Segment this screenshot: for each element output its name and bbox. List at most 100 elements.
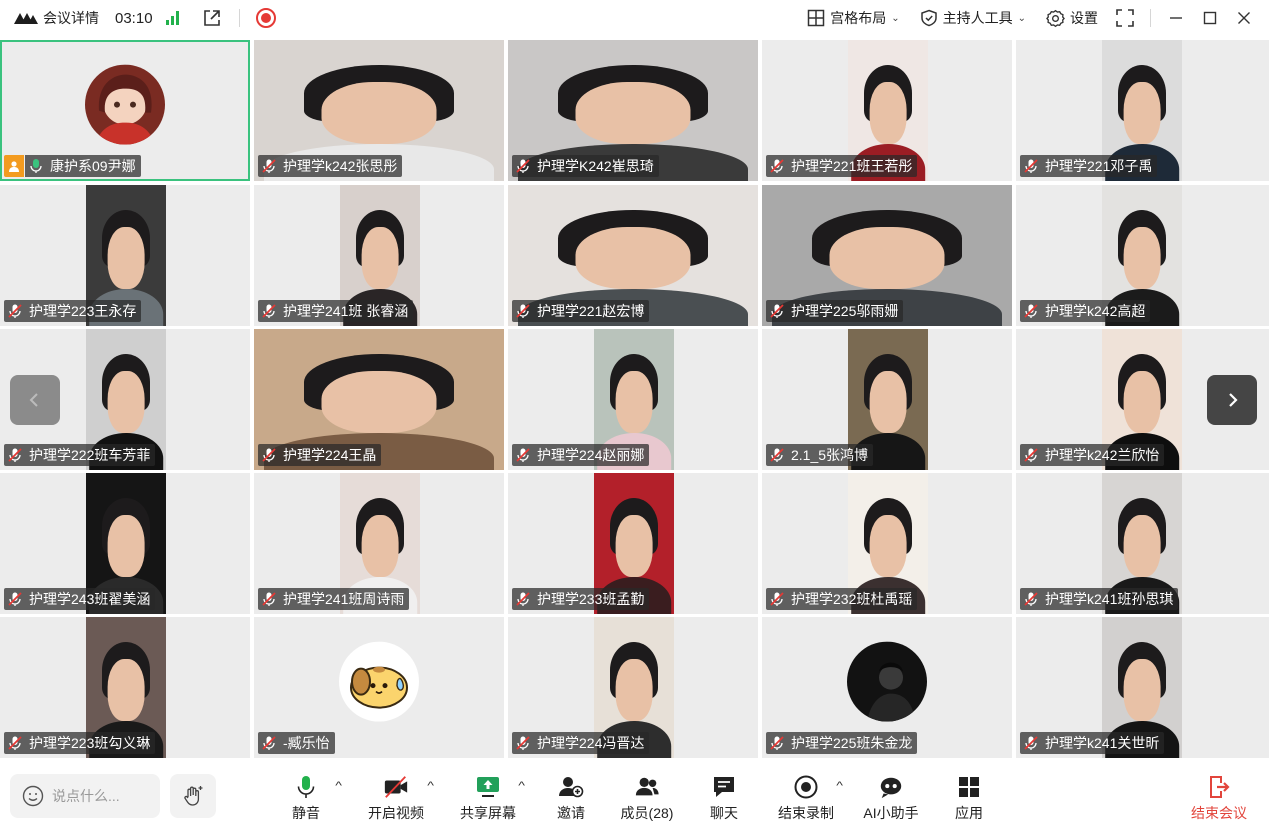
participant-name: 护理学K242崔思琦 [537, 158, 654, 174]
video-options-caret[interactable]: ^ [427, 780, 434, 792]
top-bar-left: 会议详情 03:10 [0, 0, 276, 36]
participant-tile[interactable]: 康护系09尹娜 [0, 40, 250, 181]
record-stop-icon [794, 775, 818, 799]
participant-tile[interactable]: 护理学k241关世昕 [1016, 617, 1269, 758]
apps-button[interactable]: 应用 [950, 774, 988, 824]
participant-tile[interactable]: 护理学k242张思彤 [254, 40, 504, 181]
meeting-timer: 03:10 [115, 9, 153, 27]
participant-avatar [85, 64, 165, 145]
ai-assistant-icon [880, 777, 902, 799]
participant-tile[interactable]: 护理学221邓子禹 [1016, 40, 1269, 181]
microphone-muted-icon [516, 592, 530, 606]
recording-indicator-icon[interactable] [255, 8, 276, 28]
share-screen-icon [477, 777, 499, 797]
participant-tile[interactable]: 护理学241班 张睿涵 [254, 185, 504, 326]
invite-button[interactable]: 邀请 [552, 774, 590, 824]
microphone-muted-icon [516, 448, 530, 462]
share-screen-button[interactable]: 共享屏幕 [458, 774, 518, 824]
participant-name: 护理学222班车芳菲 [29, 447, 151, 463]
participant-tile[interactable]: 护理学225班朱金龙 [762, 617, 1012, 758]
participant-name-tag: 护理学224赵丽娜 [512, 444, 650, 466]
participant-name: 2.1_5张鸿博 [791, 447, 869, 463]
maximize-icon [1203, 11, 1217, 25]
network-signal-icon[interactable] [165, 11, 179, 25]
participant-tile[interactable]: 2.1_5张鸿博 [762, 329, 1012, 470]
microphone-muted-icon [516, 304, 530, 318]
participant-tile[interactable]: 护理学223班勾义琳 [0, 617, 250, 758]
microphone-muted-icon [770, 304, 784, 318]
microphone-on-icon [30, 159, 42, 173]
participant-tile[interactable]: 护理学223王永存 [0, 185, 250, 326]
settings-button[interactable]: 设置 [1036, 0, 1108, 36]
participant-name-tag: 护理学232班杜禹瑶 [766, 588, 918, 610]
members-button[interactable]: 成员(28) [617, 774, 677, 824]
participant-name: 护理学k242张思彤 [283, 158, 398, 174]
participant-name: 护理学224赵丽娜 [537, 447, 645, 463]
maximize-button[interactable] [1193, 0, 1227, 36]
participant-name: 护理学224王晶 [283, 447, 377, 463]
microphone-muted-icon [262, 592, 276, 606]
participant-tile[interactable]: 护理学241班周诗雨 [254, 473, 504, 614]
participant-tile[interactable]: 护理学233班孟勤 [508, 473, 758, 614]
participant-name: 护理学k241关世昕 [1045, 735, 1160, 751]
participant-grid: 康护系09尹娜 护理学k242张思彤 护理学K242崔思琦 护理学221班王若彤 护理学… [0, 40, 1269, 758]
minimize-button[interactable] [1159, 0, 1193, 36]
participant-name: 护理学k242高超 [1045, 303, 1146, 319]
ai-assistant-button[interactable]: AI小助手 [861, 774, 921, 824]
participant-avatar [339, 641, 419, 722]
divider [238, 9, 240, 27]
microphone-muted-icon [770, 592, 784, 606]
host-badge-icon [4, 155, 24, 177]
participant-tile[interactable]: 护理学224王晶 [254, 329, 504, 470]
participant-tile[interactable]: 护理学232班杜禹瑶 [762, 473, 1012, 614]
chat-button[interactable]: 聊天 [705, 774, 743, 824]
host-tools-button[interactable]: 主持人工具 ⌄ [910, 0, 1036, 36]
participant-tile[interactable]: 护理学225邬雨姗 [762, 185, 1012, 326]
participant-name-tag: 护理学K242崔思琦 [512, 155, 659, 177]
mute-button[interactable]: 静音 [288, 774, 324, 824]
previous-page-button[interactable] [10, 375, 60, 425]
participant-name: 护理学k241班孙思琪 [1045, 591, 1174, 607]
ai-assistant-label: AI小助手 [863, 805, 919, 821]
chat-quick-input[interactable]: 说点什么... [10, 774, 160, 818]
layout-button[interactable]: 宫格布局 ⌄ [797, 0, 909, 36]
microphone-muted-icon [8, 592, 22, 606]
app-logo-icon [14, 13, 38, 24]
chevron-left-icon [29, 393, 38, 407]
participant-tile[interactable]: 护理学224赵丽娜 [508, 329, 758, 470]
participant-name: -臧乐怡 [283, 735, 330, 751]
end-meeting-button[interactable]: 结束会议 [1188, 774, 1250, 824]
participant-tile[interactable]: 护理学224冯晋达 [508, 617, 758, 758]
fullscreen-button[interactable] [1108, 0, 1142, 36]
meeting-info-link[interactable]: 会议详情 [43, 8, 99, 28]
apps-label: 应用 [955, 805, 983, 821]
participant-tile[interactable]: 护理学221赵宏博 [508, 185, 758, 326]
exit-icon [1210, 776, 1230, 798]
raise-hand-button[interactable] [170, 774, 216, 818]
stop-recording-button[interactable]: 结束录制 [776, 774, 836, 824]
record-options-caret[interactable]: ^ [836, 780, 843, 792]
video-button[interactable]: 开启视频 [366, 774, 426, 824]
microphone-muted-icon [770, 736, 784, 750]
smiley-icon [22, 785, 44, 807]
next-page-button[interactable] [1207, 375, 1257, 425]
members-label: 成员(28) [620, 805, 674, 821]
participant-tile[interactable]: 护理学k242高超 [1016, 185, 1269, 326]
microphone-muted-icon [1024, 736, 1038, 750]
participant-tile[interactable]: 护理学k241班孙思琪 [1016, 473, 1269, 614]
participant-tile[interactable]: 护理学K242崔思琦 [508, 40, 758, 181]
participant-tile[interactable]: 护理学221班王若彤 [762, 40, 1012, 181]
shield-icon [920, 9, 937, 27]
participant-name-tag: 护理学243班翟美涵 [4, 588, 156, 610]
popout-icon[interactable] [201, 7, 223, 29]
participant-tile[interactable]: 护理学243班翟美涵 [0, 473, 250, 614]
participant-name: 护理学241班 张睿涵 [283, 303, 409, 319]
microphone-muted-icon [1024, 159, 1038, 173]
share-options-caret[interactable]: ^ [518, 780, 525, 792]
participant-name-tag: 康护系09尹娜 [25, 155, 141, 177]
mute-options-caret[interactable]: ^ [335, 780, 342, 792]
participant-tile[interactable]: -臧乐怡 [254, 617, 504, 758]
microphone-muted-icon [1024, 592, 1038, 606]
participant-name-tag: 护理学k242张思彤 [258, 155, 403, 177]
close-button[interactable] [1227, 0, 1261, 36]
